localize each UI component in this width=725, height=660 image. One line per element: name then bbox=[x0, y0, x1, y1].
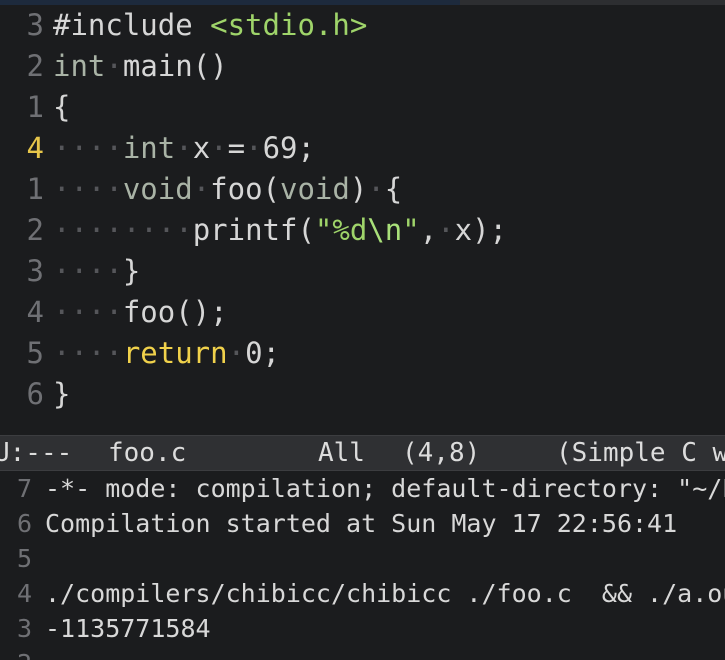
code-token: printf( bbox=[192, 213, 315, 247]
compilation-line[interactable]: 7 -*- mode: compilation; default-director… bbox=[0, 471, 725, 506]
code-text[interactable]: ····foo(); bbox=[53, 292, 228, 333]
compilation-line[interactable]: 6 Compilation started at Sun May 17 22:56… bbox=[0, 506, 725, 541]
whitespace-marker: ···· bbox=[53, 254, 123, 288]
code-line[interactable]: 3 ····} bbox=[0, 251, 725, 292]
whitespace-marker: · bbox=[227, 336, 246, 370]
code-line[interactable]: 2 int·main() bbox=[0, 46, 725, 87]
compilation-text: ./compilers/chibicc/chibicc ./foo.c && .… bbox=[45, 579, 725, 608]
code-line[interactable]: 1 ····void·foo(void)·{ bbox=[0, 169, 725, 210]
whitespace-marker: ···· bbox=[53, 131, 123, 165]
compilation-text: Compilation started at Sun May 17 22:56:… bbox=[45, 509, 678, 538]
code-text[interactable]: { bbox=[53, 87, 70, 128]
code-text[interactable]: } bbox=[53, 374, 70, 415]
compilation-line[interactable]: 3 -1135771584 bbox=[0, 611, 725, 646]
code-token: void bbox=[122, 172, 193, 206]
modeline-buffer-name[interactable]: foo.c bbox=[108, 436, 186, 470]
code-line[interactable]: 4 ····foo(); bbox=[0, 292, 725, 333]
whitespace-marker: · bbox=[192, 172, 211, 206]
code-token: <stdio.h> bbox=[210, 8, 368, 42]
line-number: 3 bbox=[26, 254, 44, 288]
code-token: } bbox=[53, 377, 71, 411]
code-text[interactable]: ····int·x·=·69; bbox=[53, 128, 315, 169]
code-token: "%d bbox=[314, 213, 368, 247]
line-number: 6 bbox=[16, 509, 32, 538]
line-number: 4 bbox=[16, 579, 32, 608]
code-editor[interactable]: 3 #include <stdio.h> 2 int·main() 1{4 ····int… bbox=[0, 5, 725, 435]
modeline-position: All bbox=[318, 438, 365, 468]
modeline-major-mode[interactable]: (Simple C ws bbox=[556, 436, 725, 470]
code-line[interactable]: 5 ····return·0; bbox=[0, 333, 725, 374]
code-line[interactable]: 6} bbox=[0, 374, 725, 415]
code-token: #include bbox=[53, 8, 211, 42]
line-number: 4 bbox=[26, 131, 44, 165]
code-text[interactable]: ····} bbox=[53, 251, 140, 292]
line-number: 1 bbox=[26, 90, 44, 124]
line-number: 1 bbox=[26, 172, 44, 206]
whitespace-marker: ···· bbox=[53, 295, 123, 329]
compilation-text: -1135771584 bbox=[45, 614, 211, 643]
code-token: void bbox=[280, 172, 350, 206]
code-token: } bbox=[122, 254, 141, 288]
code-text[interactable]: ····return·0; bbox=[53, 333, 280, 374]
whitespace-marker: ···· bbox=[53, 336, 123, 370]
modeline-state: U:--- bbox=[0, 438, 73, 468]
code-text[interactable]: #include <stdio.h> bbox=[53, 5, 367, 46]
code-token: \n bbox=[367, 213, 403, 247]
compilation-line[interactable]: 5 bbox=[0, 541, 725, 576]
code-line[interactable]: 3 #include <stdio.h> bbox=[0, 5, 725, 46]
whitespace-marker: · bbox=[210, 131, 228, 165]
modeline-cursor: (4,8) bbox=[402, 438, 481, 468]
line-number: 2 bbox=[26, 213, 44, 247]
compilation-line[interactable]: 4 ./compilers/chibicc/chibicc ./foo.c && … bbox=[0, 576, 725, 611]
compilation-text: -*- mode: compilation; default-directory… bbox=[45, 474, 725, 503]
mode-line: U:--- foo.c All (4,8) (Simple C ws bbox=[0, 435, 725, 471]
code-token: x); bbox=[454, 213, 508, 247]
code-text[interactable]: int·main() bbox=[53, 46, 228, 87]
whitespace-marker: ···· bbox=[53, 172, 123, 206]
code-token: = bbox=[227, 131, 246, 165]
whitespace-marker: · bbox=[437, 213, 455, 247]
line-number: 2 bbox=[26, 49, 44, 83]
whitespace-marker: · bbox=[105, 49, 123, 83]
code-token: main() bbox=[122, 49, 228, 83]
code-token: , bbox=[419, 213, 438, 247]
code-token: 69; bbox=[262, 131, 315, 165]
line-number: 6 bbox=[26, 377, 44, 411]
code-line[interactable]: 1{ bbox=[0, 87, 725, 128]
line-number: 7 bbox=[16, 474, 32, 503]
line-number: 3 bbox=[16, 614, 32, 643]
whitespace-marker: · bbox=[367, 172, 385, 206]
line-number: 4 bbox=[26, 295, 44, 329]
code-token: int bbox=[53, 49, 106, 83]
line-number: 5 bbox=[16, 544, 32, 573]
line-number: 2 bbox=[8, 646, 32, 660]
line-number: 3 bbox=[26, 8, 44, 42]
code-token: return bbox=[122, 336, 228, 370]
code-token: int bbox=[122, 131, 176, 165]
whitespace-marker: · bbox=[175, 131, 193, 165]
code-text[interactable]: ········printf("%d\n",·x); bbox=[53, 210, 507, 251]
code-token: ) bbox=[349, 172, 368, 206]
code-token: { bbox=[384, 172, 403, 206]
code-token: foo( bbox=[210, 172, 280, 206]
code-token: 0; bbox=[245, 336, 280, 370]
whitespace-marker: · bbox=[245, 131, 263, 165]
code-token: x bbox=[192, 131, 211, 165]
code-token: foo(); bbox=[122, 295, 228, 329]
code-token: " bbox=[402, 213, 420, 247]
whitespace-marker: ········ bbox=[53, 213, 193, 247]
line-number: 5 bbox=[26, 336, 44, 370]
code-line[interactable]: 2 ········printf("%d\n",·x); bbox=[0, 210, 725, 251]
code-token: { bbox=[53, 90, 71, 124]
compilation-line[interactable]: 2 bbox=[0, 646, 725, 660]
compilation-buffer[interactable]: 7 -*- mode: compilation; default-director… bbox=[0, 471, 725, 660]
code-line[interactable]: 4 ····int·x·=·69; bbox=[0, 128, 725, 169]
code-text[interactable]: ····void·foo(void)·{ bbox=[53, 169, 402, 210]
